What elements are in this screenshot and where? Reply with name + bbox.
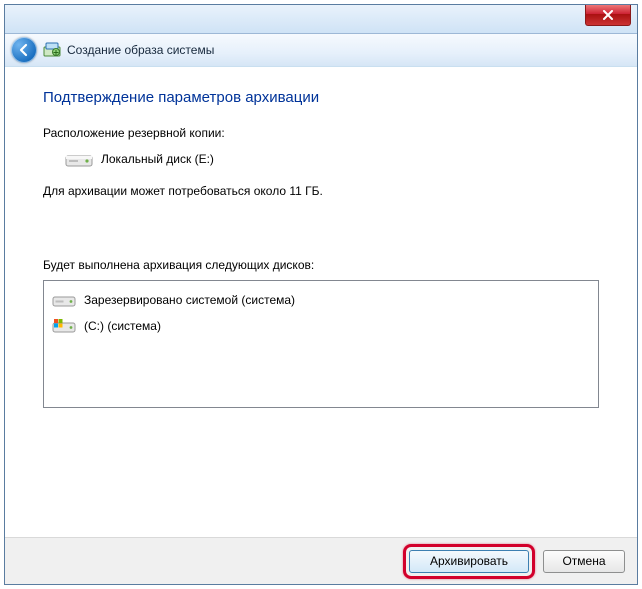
wizard-window: Создание образа системы Подтверждение па…: [4, 4, 638, 585]
list-item: Зарезервировано системой (система): [52, 287, 590, 313]
page-heading: Подтверждение параметров архивации: [43, 89, 599, 106]
footer-bar: Архивировать Отмена: [5, 537, 637, 584]
cancel-button[interactable]: Отмена: [543, 550, 625, 573]
drive-label: Зарезервировано системой (система): [84, 293, 295, 307]
destination-row: Локальный диск (E:): [65, 148, 599, 170]
size-note: Для архивации может потребоваться около …: [43, 184, 599, 198]
windows-drive-icon: [52, 316, 76, 336]
app-icon: [43, 41, 61, 59]
content-area: Подтверждение параметров архивации Распо…: [5, 67, 637, 536]
destination-value: Локальный диск (E:): [101, 152, 214, 166]
back-arrow-icon: [17, 43, 31, 57]
hdd-icon: [52, 290, 76, 310]
close-button[interactable]: [585, 5, 631, 26]
archive-button[interactable]: Архивировать: [409, 550, 529, 573]
location-label: Расположение резервной копии:: [43, 126, 599, 140]
close-icon: [602, 10, 614, 20]
drives-label: Будет выполнена архивация следующих диск…: [43, 258, 599, 272]
titlebar: [5, 5, 637, 34]
drive-label: (C:) (система): [84, 319, 161, 333]
header-bar: Создание образа системы: [5, 34, 637, 67]
list-item: (C:) (система): [52, 313, 590, 339]
back-button[interactable]: [11, 37, 37, 63]
window-title: Создание образа системы: [67, 43, 214, 57]
drives-list: Зарезервировано системой (система) (C:: [43, 280, 599, 408]
primary-highlight: Архивировать: [403, 544, 535, 579]
hdd-icon: [65, 148, 93, 170]
